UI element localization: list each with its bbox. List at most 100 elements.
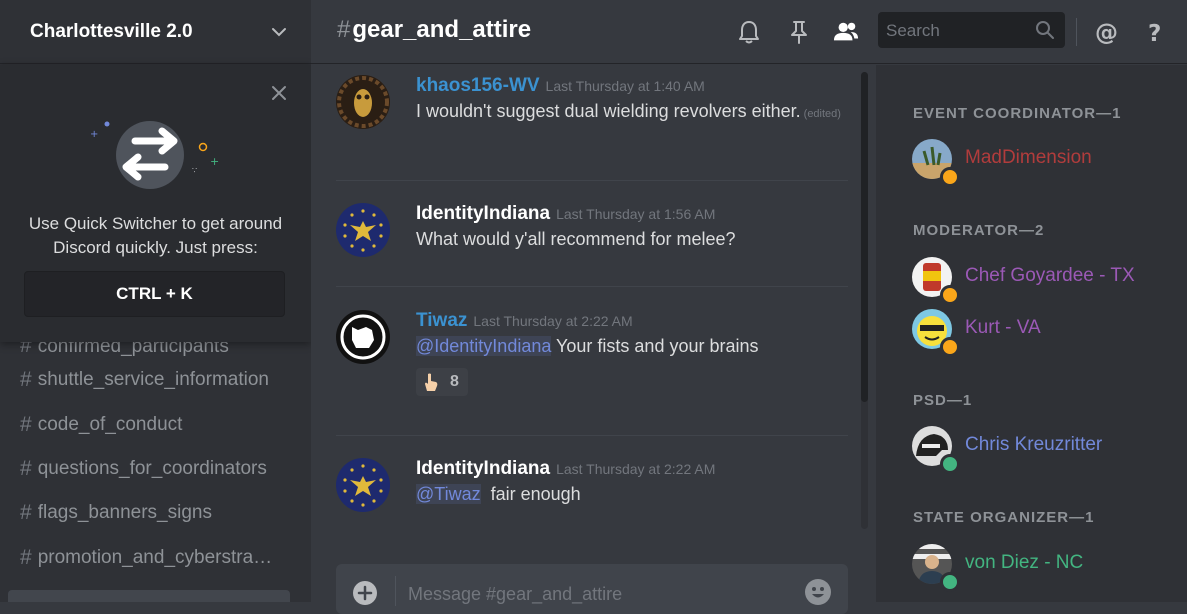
role-header: STATE ORGANIZER—1: [913, 509, 1095, 526]
quick-switcher-swap-icon: + + ∵: [90, 121, 219, 189]
quick-switcher-text-line2: Discord quickly. Just press:: [53, 238, 258, 257]
message-author[interactable]: khaos156-WV: [416, 75, 540, 96]
member-item[interactable]: MadDimension: [912, 137, 1172, 187]
avatar[interactable]: [336, 203, 390, 257]
channel-item-promotion-and-cyberstrategy[interactable]: # promotion_and_cyberstrategy: [0, 536, 311, 580]
quick-switcher-tooltip: + + ∵ Use Quick Switcher to get around D…: [0, 65, 311, 342]
status-online-indicator: [940, 572, 960, 592]
role-header: EVENT COORDINATOR—1: [913, 105, 1122, 122]
message-author[interactable]: Tiwaz: [416, 310, 467, 331]
quick-switcher-shortcut-button[interactable]: CTRL + K: [24, 271, 285, 317]
member-item[interactable]: von Diez - NC: [912, 542, 1172, 592]
server-header[interactable]: Charlottesville 2.0: [0, 0, 311, 64]
message-divider: [336, 286, 848, 287]
channel-item-questions-for-coordinators[interactable]: # questions_for_coordinators: [0, 447, 311, 491]
selected-channel-highlight[interactable]: [8, 590, 290, 602]
channel-title: #gear_and_attire: [337, 16, 531, 44]
hash-icon: #: [20, 368, 32, 392]
avatar[interactable]: [336, 75, 390, 129]
eagle-flag-avatar-icon: [336, 203, 390, 257]
hash-icon: #: [20, 501, 32, 525]
upload-plus-icon[interactable]: [352, 580, 378, 606]
svg-text:?: ?: [1148, 21, 1161, 45]
message-timestamp: Last Thursday at 2:22 AM: [556, 461, 716, 477]
channel-name: flags_banners_signs: [37, 502, 212, 524]
message-list: khaos156-WV Last Thursday at 1:40 AM I wo…: [311, 65, 864, 555]
reaction-button[interactable]: 8: [416, 368, 468, 396]
quick-switcher-text-line1: Use Quick Switcher to get around: [28, 214, 283, 233]
message-scrollbar[interactable]: [861, 72, 868, 529]
channel-item-shuttle-service[interactable]: # shuttle_service_information: [0, 358, 311, 402]
message-timestamp: Last Thursday at 1:56 AM: [556, 206, 716, 222]
avatar[interactable]: [336, 310, 390, 364]
search-input[interactable]: [878, 12, 1038, 50]
status-idle-indicator: [940, 167, 960, 187]
owl-avatar-icon: [336, 75, 390, 129]
member-item[interactable]: Chris Kreuzritter: [912, 424, 1172, 474]
close-icon[interactable]: [269, 83, 289, 103]
eagle-flag-avatar-icon: [336, 458, 390, 512]
member-list: EVENT COORDINATOR—1 MadDimension MODERAT…: [876, 65, 1187, 602]
role-header: PSD—1: [913, 392, 973, 409]
pin-icon[interactable]: [786, 19, 812, 45]
message-content: I wouldn't suggest dual wielding revolve…: [416, 100, 856, 126]
message-text: I wouldn't suggest dual wielding revolve…: [416, 101, 801, 121]
message-body: khaos156-WV Last Thursday at 1:40 AM I wo…: [416, 75, 856, 126]
svg-text:∵: ∵: [192, 166, 197, 175]
members-icon[interactable]: [833, 19, 859, 45]
message-input[interactable]: [406, 578, 790, 610]
message-divider: [336, 435, 848, 436]
chat-header: #gear_and_attire @ ?: [311, 0, 1187, 64]
channel-title-name: gear_and_attire: [352, 16, 532, 43]
help-icon[interactable]: ?: [1143, 19, 1169, 45]
message-content: @Tiwaz fair enough: [416, 483, 856, 506]
channel-name: questions_for_coordinators: [37, 457, 267, 479]
chevron-down-icon[interactable]: [271, 24, 287, 40]
message-header: Tiwaz Last Thursday at 2:22 AM: [416, 310, 856, 332]
message-timestamp: Last Thursday at 1:40 AM: [545, 78, 705, 94]
message-header: IdentityIndiana Last Thursday at 2:22 AM: [416, 458, 856, 480]
message-text: fair enough: [480, 484, 581, 504]
mention-icon[interactable]: @: [1094, 19, 1120, 45]
header-divider: [1076, 18, 1077, 46]
svg-text:+: +: [210, 155, 219, 168]
channel-hash: #: [337, 16, 351, 43]
member-name: von Diez - NC: [965, 552, 1084, 573]
svg-text:@: @: [1095, 20, 1118, 45]
member-item[interactable]: Kurt - VA: [912, 307, 1172, 357]
member-name: Chris Kreuzritter: [965, 434, 1103, 455]
message-body: IdentityIndiana Last Thursday at 2:22 AM …: [416, 458, 856, 506]
role-header: MODERATOR—2: [913, 222, 1045, 239]
channel-sidebar: Charlottesville 2.0 # confirmed_particip…: [0, 0, 311, 602]
avatar[interactable]: [336, 458, 390, 512]
channel-list: # confirmed_participants # shuttle_servi…: [0, 330, 311, 580]
channel-item-code-of-conduct[interactable]: # code_of_conduct: [0, 402, 311, 446]
message-author[interactable]: IdentityIndiana: [416, 458, 550, 479]
user-mention[interactable]: @IdentityIndiana: [416, 336, 552, 356]
svg-text:+: +: [90, 129, 98, 140]
message-timestamp: Last Thursday at 2:22 AM: [473, 313, 633, 329]
message-divider: [336, 180, 848, 181]
hash-icon: #: [20, 412, 32, 436]
server-name: Charlottesville 2.0: [30, 20, 193, 42]
hash-icon: #: [20, 545, 32, 569]
search-box[interactable]: [878, 12, 1065, 50]
scrollbar-thumb[interactable]: [861, 72, 868, 402]
channel-name: shuttle_service_information: [37, 369, 269, 391]
state-outline-avatar-icon: [336, 310, 390, 364]
message-header: IdentityIndiana Last Thursday at 1:56 AM: [416, 203, 856, 225]
message-author[interactable]: IdentityIndiana: [416, 203, 550, 224]
member-item[interactable]: Chef Goyardee - TX: [912, 255, 1172, 305]
message-text: Your fists and your brains: [551, 336, 759, 356]
channel-name: promotion_and_cyberstrategy: [37, 546, 273, 568]
message-header: khaos156-WV Last Thursday at 1:40 AM: [416, 75, 856, 97]
channel-item-flags-banners-signs[interactable]: # flags_banners_signs: [0, 491, 311, 535]
search-icon: [1036, 21, 1054, 39]
bell-icon[interactable]: [736, 19, 762, 45]
status-idle-indicator: [940, 285, 960, 305]
message-text: What would y'all recommend for melee?: [416, 229, 736, 249]
user-mention[interactable]: @Tiwaz: [416, 484, 481, 504]
point-up-hand-icon: [425, 373, 438, 391]
message-composer: [336, 564, 848, 614]
member-name: Kurt - VA: [965, 317, 1041, 338]
